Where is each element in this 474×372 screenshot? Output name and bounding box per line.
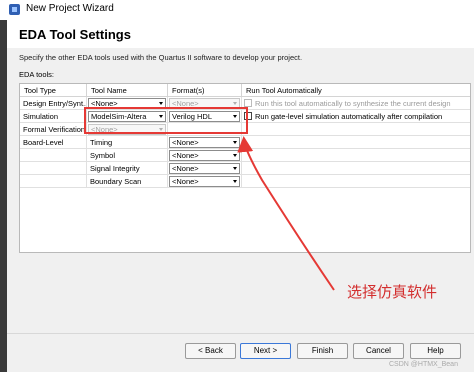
next-button[interactable]: Next > xyxy=(240,343,291,359)
cancel-button[interactable]: Cancel xyxy=(353,343,404,359)
help-button[interactable]: Help xyxy=(410,343,461,359)
annotation-text: 选择仿真软件 xyxy=(347,283,438,301)
finish-button[interactable]: Finish xyxy=(297,343,348,359)
annotation-arrow-icon xyxy=(237,136,335,291)
watermark: CSDN @HTMX_Bean xyxy=(389,361,458,368)
footer-divider xyxy=(7,333,474,334)
back-button[interactable]: < Back xyxy=(185,343,236,359)
